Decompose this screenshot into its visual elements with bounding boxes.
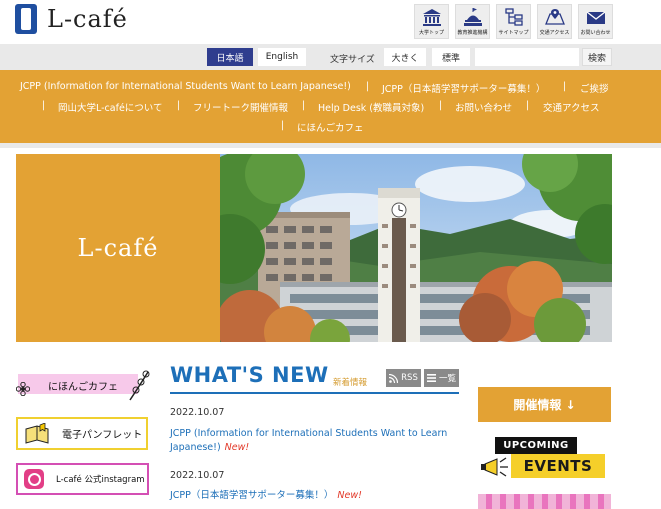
edu-promotion-button[interactable]: 教育推進機構 [455,4,490,39]
rss-button[interactable]: RSS [386,369,421,387]
nav-separator: | [526,100,530,111]
nihongo-cafe-label: にほんごカフェ [48,382,118,393]
map-icon [544,9,565,25]
access-label: 交通アクセス [539,30,570,36]
nav-separator: | [281,120,285,131]
nav-item-about[interactable]: 岡山大学L-caféについて [58,100,163,114]
edu-promotion-label: 教育推進機構 [457,30,488,36]
pink-banner[interactable] [478,494,611,509]
sitemap-button[interactable]: サイトマップ [496,4,531,39]
instagram-label: L-café 公式instagram [56,475,145,485]
divider-strip [0,143,661,148]
nav-item-access[interactable]: 交通アクセス [543,100,600,114]
site-header: L-café 大学トップ 教育推進機構 サイトマップ 交通アクセス お問い合わせ [0,0,661,44]
contact-button[interactable]: お問い合わせ [578,4,613,39]
news-title: JCPP（日本語学習サポーター募集！） [170,490,334,501]
hero-title-panel: L-café [16,154,220,342]
pamphlet-banner[interactable]: 電子パンフレット [16,417,148,450]
university-building-icon [422,9,441,26]
events-banner[interactable]: EVENTS [511,454,605,478]
font-standard-button[interactable]: 標準 [432,48,470,66]
nav-item-free-talk[interactable]: フリートーク開催情報 [193,100,288,114]
nav-separator: | [366,81,370,92]
logo-text: L-café [47,5,128,33]
lang-japanese-button[interactable]: 日本語 [207,48,253,66]
logo-mark-icon [15,4,37,34]
univ-top-button[interactable]: 大学トップ [414,4,449,39]
font-size-label: 文字サイズ [330,55,375,65]
whats-new-title: WHAT'S NEW [170,363,329,387]
new-badge: New! [337,490,362,501]
global-nav: JCPP (Information for International Stud… [0,70,661,143]
pamphlet-label: 電子パンフレット [62,430,143,441]
font-large-button[interactable]: 大きく [384,48,426,66]
rss-icon [389,373,399,383]
sitemap-icon [504,8,523,26]
instagram-banner[interactable]: L-café 公式instagram [16,463,149,495]
icon-nav: 大学トップ 教育推進機構 サイトマップ 交通アクセス お問い合わせ [414,4,613,39]
news-date: 2022.10.07 [170,407,225,418]
upcoming-label: UPCOMING [495,437,577,454]
nav-item-help-desk[interactable]: Help Desk (教職員対象) [318,100,424,114]
event-info-button[interactable]: 開催情報 ↓ [478,387,611,422]
nav-item-jcpp-en[interactable]: JCPP (Information for International Stud… [20,81,351,92]
nav-item-contact[interactable]: お問い合わせ [455,100,512,114]
news-item-link[interactable]: JCPP (Information for International Stud… [170,427,450,455]
nihongo-cafe-banner[interactable]: にほんごカフェ [16,368,150,402]
utility-bar: 日本語 English 文字サイズ 大きく 標準 検索 [0,44,661,70]
list-icon [426,374,436,382]
mail-icon [586,11,605,24]
rss-label: RSS [401,373,418,383]
news-date: 2022.10.07 [170,470,225,481]
nav-item-nihongo-cafe[interactable]: にほんごカフェ [297,120,364,134]
whats-new-underline [170,392,459,394]
nav-separator: | [302,100,306,111]
whats-new-subtitle: 新着情報 [333,378,368,388]
news-title: JCPP (Information for International Stud… [170,428,448,453]
nav-separator: | [439,100,443,111]
news-list-button[interactable]: 一覧 [424,369,459,387]
access-button[interactable]: 交通アクセス [537,4,572,39]
hero-campus-photo [220,154,612,342]
search-input[interactable] [475,48,579,66]
instagram-icon [24,469,44,489]
nav-item-jcpp-ja[interactable]: JCPP（日本語学習サポーター募集！） [382,81,545,95]
news-list-label: 一覧 [438,374,456,384]
flower-branch-icon [129,370,150,401]
nav-separator: | [42,100,46,111]
site-logo[interactable]: L-café [15,4,128,34]
univ-top-label: 大学トップ [418,30,444,36]
sitemap-label: サイトマップ [498,30,529,36]
news-item-link[interactable]: JCPP（日本語学習サポーター募集！） New! [170,489,450,503]
book-icon [25,422,49,444]
new-badge: New! [224,442,250,453]
megaphone-icon [481,457,508,477]
lang-english-button[interactable]: English [258,48,306,66]
hero-title: L-café [77,234,159,262]
nav-item-greeting[interactable]: ご挨拶 [580,81,609,95]
contact-label: お問い合わせ [580,30,611,36]
nav-separator: | [177,100,181,111]
institution-dome-icon [463,8,482,26]
flower-icon [16,382,30,396]
nav-separator: | [563,81,567,92]
search-button[interactable]: 検索 [582,48,612,66]
